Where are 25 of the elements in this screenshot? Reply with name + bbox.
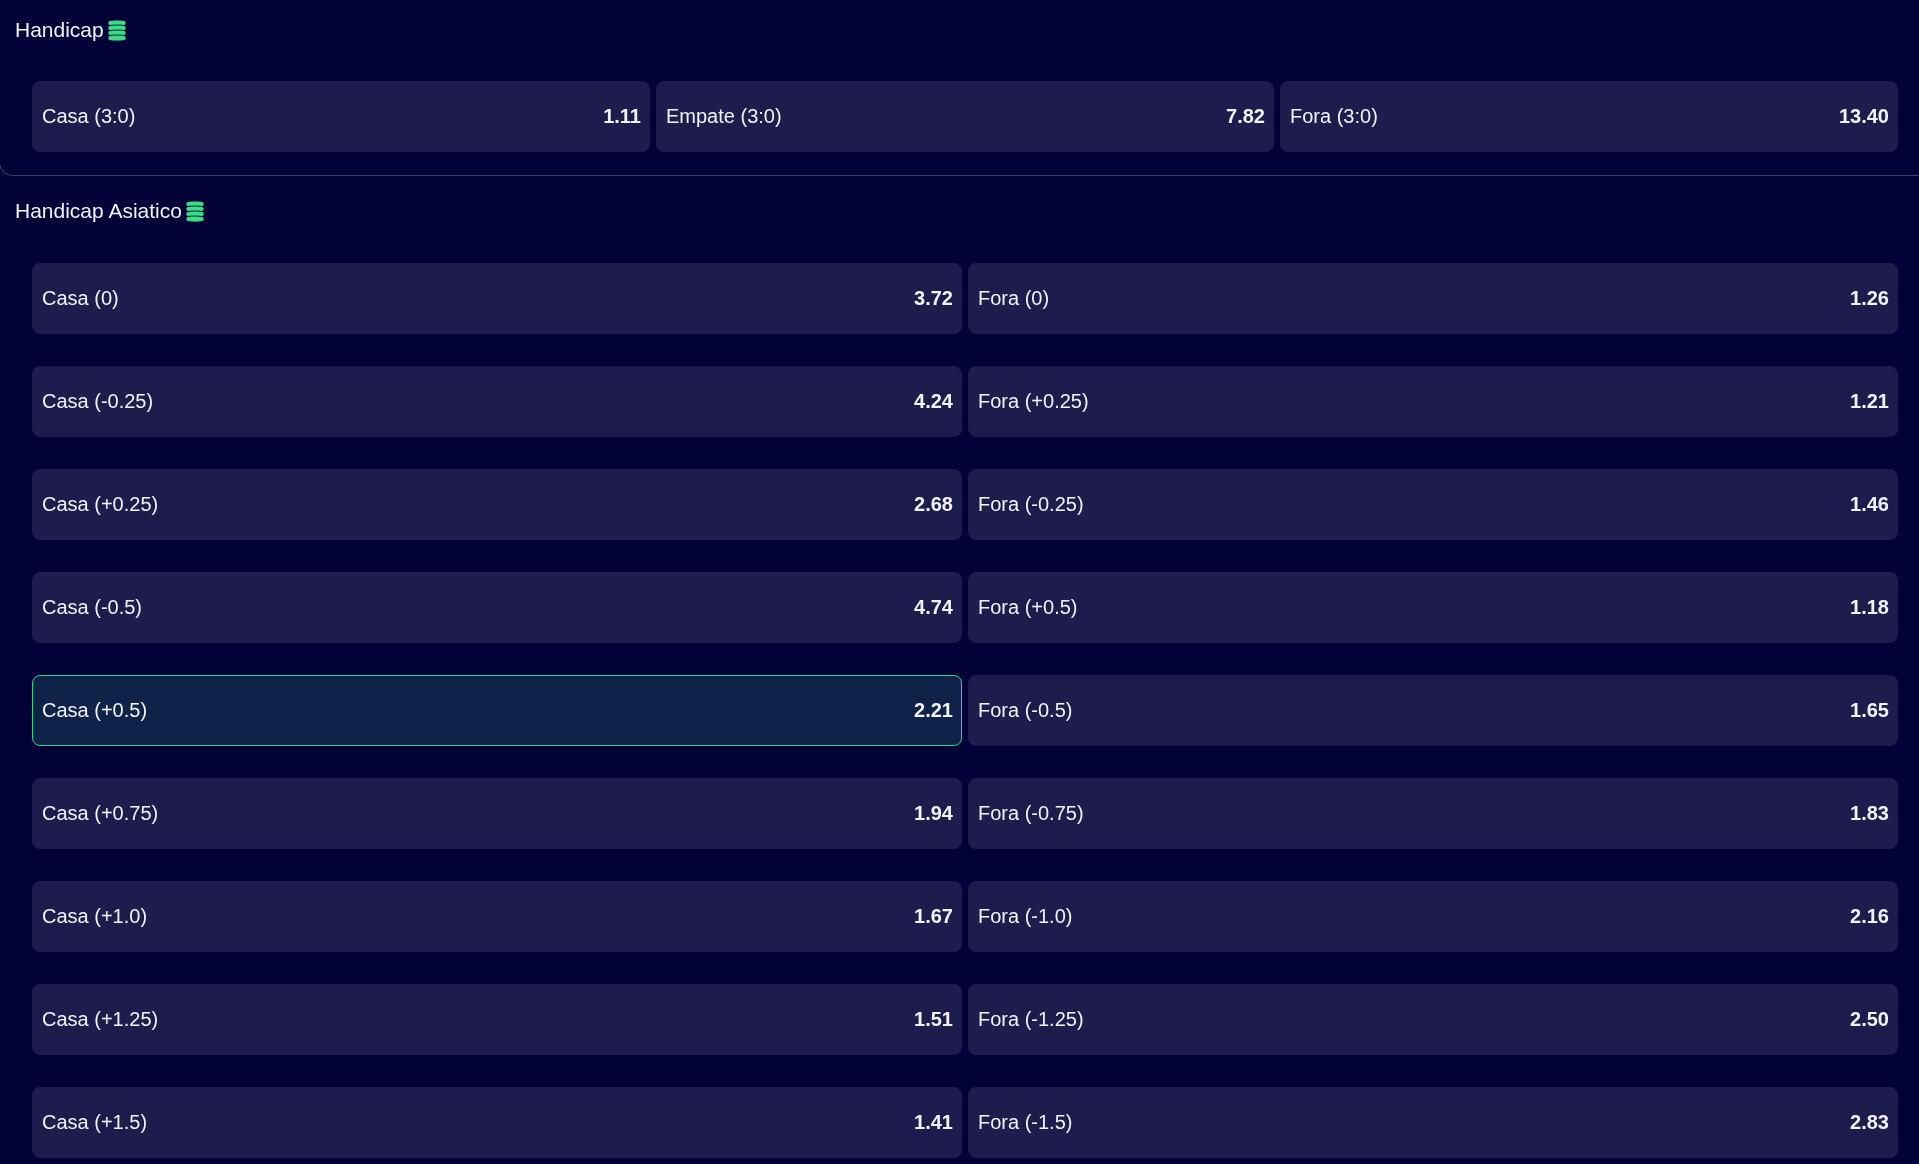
odds-button[interactable]: Fora (-1.0) 2.16 (968, 881, 1898, 952)
odds-button[interactable]: Fora (+0.5) 1.18 (968, 572, 1898, 643)
odds-button[interactable]: Casa (+0.25) 2.68 (32, 469, 962, 540)
odds-button[interactable]: Fora (-0.75) 1.83 (968, 778, 1898, 849)
odds-button[interactable]: Fora (-0.25) 1.46 (968, 469, 1898, 540)
odds-button[interactable]: Fora (3:0) 13.40 (1280, 81, 1898, 152)
odds-button[interactable]: Fora (+0.25) 1.21 (968, 366, 1898, 437)
market-title: Handicap Asiatico (15, 198, 182, 224)
odds-button[interactable]: Casa (0) 3.72 (32, 263, 962, 334)
odds-button[interactable]: Casa (+0.75) 1.94 (32, 778, 962, 849)
odds-button[interactable]: Fora (0) 1.26 (968, 263, 1898, 334)
odds-button[interactable]: Fora (-0.5) 1.65 (968, 675, 1898, 746)
coin-stack-icon (184, 199, 205, 223)
market-title: Handicap (15, 17, 104, 43)
odds-button[interactable]: Casa (+1.25) 1.51 (32, 984, 962, 1055)
odds-button[interactable]: Casa (+1.5) 1.41 (32, 1087, 962, 1158)
odds-button[interactable]: Empate (3:0) 7.82 (656, 81, 1274, 152)
odds-button[interactable]: Fora (-1.5) 2.83 (968, 1087, 1898, 1158)
odds-button[interactable]: Casa (-0.5) 4.74 (32, 572, 962, 643)
odds-button[interactable]: Fora (-1.25) 2.50 (968, 984, 1898, 1055)
odds-button[interactable]: Casa (+0.5) 2.21 (32, 675, 962, 746)
coin-stack-icon (106, 18, 127, 42)
odds-button[interactable]: Casa (+1.0) 1.67 (32, 881, 962, 952)
odds-button[interactable]: Casa (-0.25) 4.24 (32, 366, 962, 437)
odds-button[interactable]: Casa (3:0) 1.11 (32, 81, 650, 152)
